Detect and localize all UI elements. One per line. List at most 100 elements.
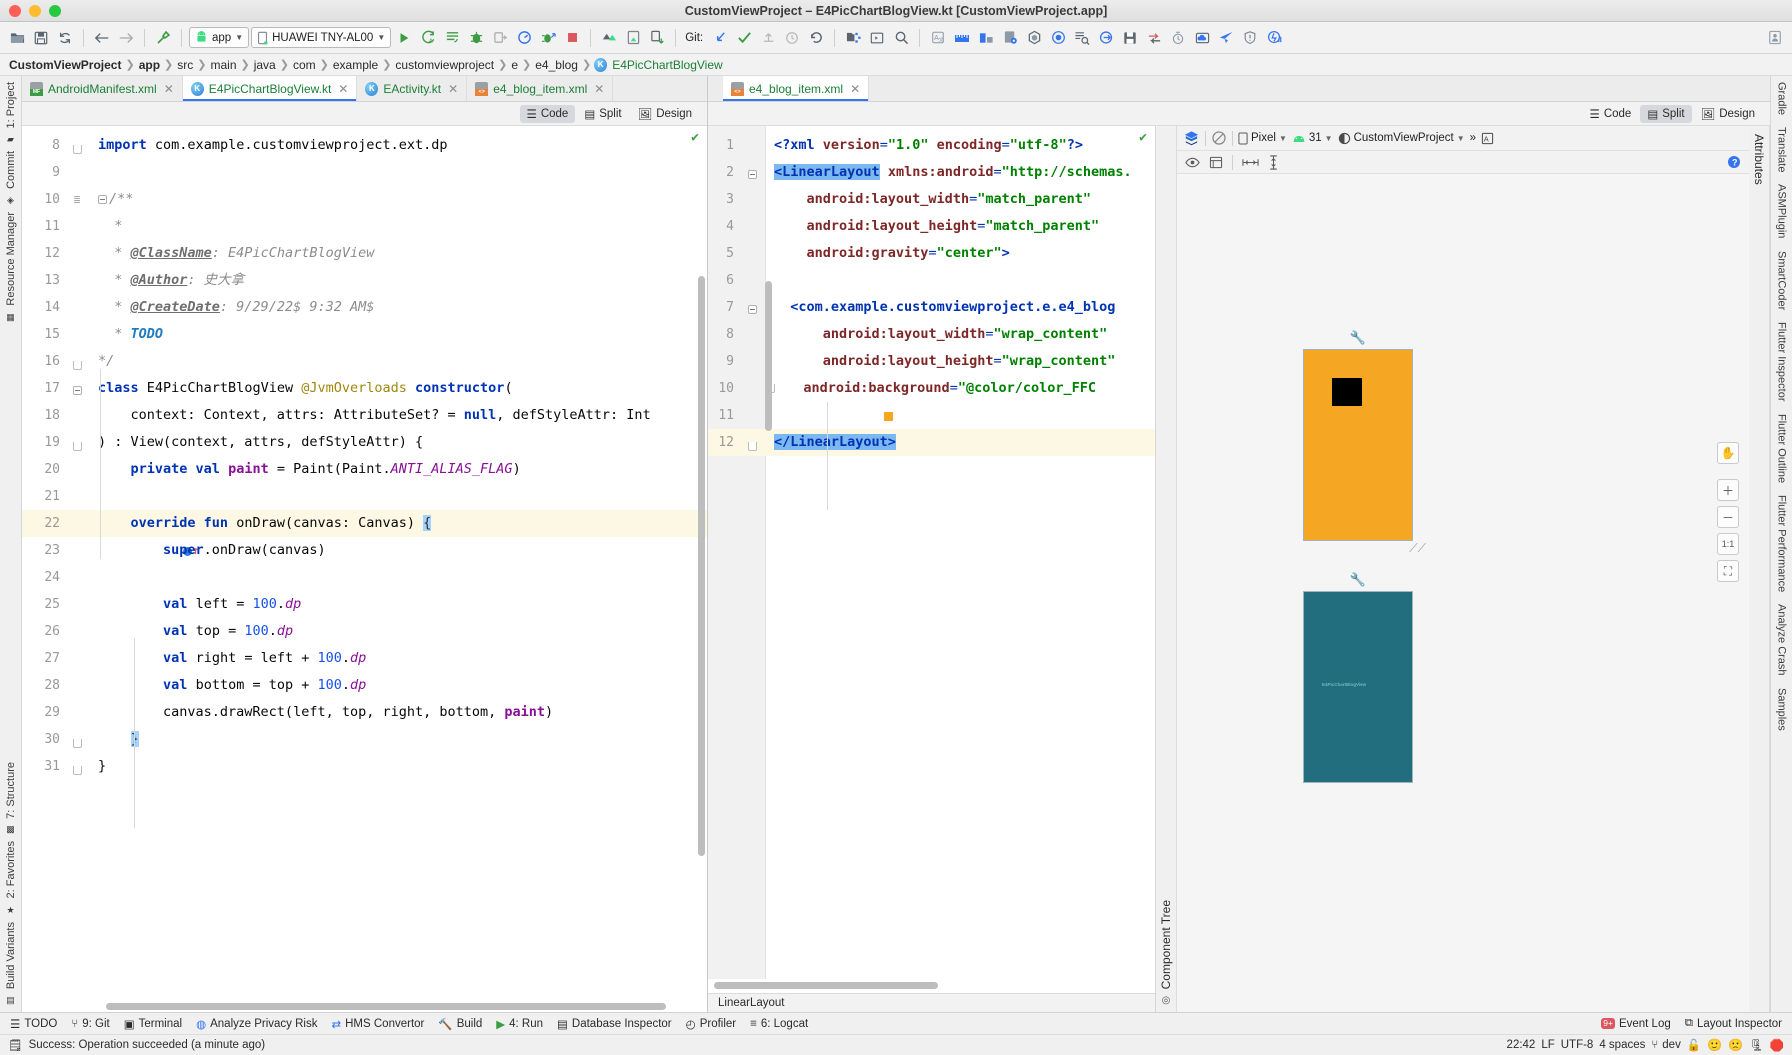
device-selector-combo[interactable]: HUAWEI TNY-AL00 ▼ [251,27,391,48]
sidebar-item-asmplugin[interactable]: ASMPlugin [1776,178,1788,244]
sidebar-item-build-variants[interactable]: Build Variants [5,916,17,995]
breadcrumb-item-2[interactable]: src [176,58,194,72]
resize-handle[interactable]: ⟋⟋ [1409,541,1426,556]
close-window-button[interactable] [9,5,21,17]
editor-tab-androidmanifest[interactable]: AndroidManifest.xml ✕ [22,76,183,101]
xml-horizontal-scrollbar[interactable] [714,982,938,989]
code-line[interactable]: 12 * @ClassName: E4PicChartBlogView [22,240,707,267]
sidebar-item-project[interactable]: 1: Project [5,76,17,134]
preview-device-orange[interactable]: 🔧 ⟋⟋ [1303,349,1413,541]
code-line-current[interactable]: 12 </LinearLayout> [708,429,1155,456]
vertical-constraint-icon[interactable] [1268,155,1279,170]
tool-window-bar[interactable]: ☰ TODO ⑂ 9: Git ▣ Terminal ◍ Analyze Pri… [0,1012,1792,1034]
status-bar[interactable]: 🗒 Success: Operation succeeded (a minute… [0,1034,1792,1055]
preview-toolbar[interactable]: Pixel ▼ 31 ▼ [1177,126,1749,151]
undo-icon[interactable] [805,27,827,49]
tool-window-event-log[interactable]: 9+ Event Log [1601,1018,1671,1030]
code-line[interactable]: 10 ≣ /** [22,186,707,213]
zoom-out-button[interactable]: － [1717,506,1739,528]
gutter-fold-marker[interactable] [64,375,90,402]
close-icon[interactable]: ✕ [164,82,174,96]
close-icon[interactable]: ✕ [594,82,604,96]
zoom-in-button[interactable]: ＋ [1717,479,1739,501]
clock-history-icon[interactable] [1167,27,1189,49]
attributes-label[interactable]: Attributes [1752,134,1766,185]
code-line[interactable]: 10 android:background="@color/color_FFC [708,375,1155,402]
avd-manager-icon[interactable] [622,27,644,49]
sidebar-item-samples[interactable]: Samples [1776,682,1788,737]
sidebar-item-flutter-performance[interactable]: Flutter Performance [1776,489,1788,598]
export-icon[interactable] [1095,27,1117,49]
code-line[interactable]: 7 <com.example.customviewproject.e.e4_bl… [708,294,1155,321]
sidebar-item-analyze-crash[interactable]: Analyze Crash [1776,598,1788,682]
close-icon[interactable]: ✕ [850,82,860,96]
breadcrumb-item-10[interactable]: E4PicChartBlogView [594,58,724,72]
zoom-controls[interactable]: ✋ [1717,442,1739,464]
window-controls[interactable] [0,5,61,17]
zoom-controls-group[interactable]: ＋ － 1:1 ⛶ [1717,479,1739,582]
code-line-current[interactable]: 22 ↑ override fun onDraw(canvas: Canvas)… [22,510,707,537]
code-line[interactable]: 1 <?xml version="1.0" encoding="utf-8"?> [708,132,1155,159]
tool-window-git[interactable]: ⑂ 9: Git [71,1018,109,1030]
editor-vertical-scrollbar[interactable] [698,276,705,856]
zoom-fit-button[interactable]: ⛶ [1717,560,1739,582]
left-tool-rail[interactable]: 1: Project ▰ Commit ◈ Resource Manager ▦… [0,76,22,1012]
blueprint-mode-icon[interactable] [1211,130,1227,146]
tool-window-run[interactable]: ▶ 4: Run [496,1017,543,1031]
run-icon[interactable] [393,27,415,49]
sidebar-item-smartcoder[interactable]: SmartCoder [1776,245,1788,316]
code-line[interactable]: 20 private val paint = Paint(Paint.ANTI_… [22,456,707,483]
memory-indicator-icon[interactable]: 🗜 [1749,1038,1764,1052]
tool-window-profiler[interactable]: ◴ Profiler [686,1017,736,1031]
code-line[interactable]: 27 val right = left + 100.dp [22,645,707,672]
help-icon[interactable]: ? [1727,155,1741,169]
send-plane-icon[interactable] [1215,27,1237,49]
tool-window-terminal[interactable]: ▣ Terminal [124,1017,182,1031]
tool-window-layout-inspector[interactable]: ⧉ Layout Inspector [1685,1017,1782,1030]
save-all-icon[interactable] [30,27,52,49]
save-disk-icon[interactable] [1119,27,1141,49]
wrench-icon[interactable]: 🔧 [1350,330,1366,346]
sidebar-item-flutter-outline[interactable]: Flutter Outline [1776,408,1788,489]
performance-icon[interactable] [1263,27,1285,49]
code-line[interactable]: 4 android:layout_height="match_parent" [708,213,1155,240]
git-commit-icon[interactable] [733,27,755,49]
code-line[interactable]: 30 } [22,726,707,753]
gutter-doc-marker[interactable]: ≣ [64,186,90,213]
gradle-elephant-icon[interactable] [1023,27,1045,49]
list-view-icon[interactable] [1209,156,1223,169]
stop-icon[interactable] [561,27,583,49]
shield-warning-icon[interactable] [1239,27,1261,49]
right-tool-rail[interactable]: Gradle Translate ASMPlugin SmartCoder Fl… [1770,76,1792,1012]
view-mode-bar-left[interactable]: ☰ Code ▤ Split 🖼 Design [22,102,707,126]
code-line[interactable]: 29 canvas.drawRect(left, top, right, bot… [22,699,707,726]
view-mode-code-left[interactable]: ☰ Code [520,105,576,123]
view-mode-code-right[interactable]: ☰ Code [1583,105,1639,123]
sidebar-item-flutter-inspector[interactable]: Flutter Inspector [1776,316,1788,407]
wrench-icon[interactable]: 🔧 [1350,572,1366,588]
caret-position[interactable]: 22:42 [1507,1039,1536,1051]
layout-validation-icon[interactable] [975,27,997,49]
breadcrumb[interactable]: CustomViewProject ❯ app ❯ src ❯ main ❯ j… [0,54,1792,76]
feedback-sad-icon[interactable]: 🙁 [1728,1038,1743,1052]
component-tree-rail[interactable]: Component Tree ◎ [1156,126,1177,1012]
sync-icon[interactable] [54,27,76,49]
device-file-explorer-icon[interactable] [646,27,668,49]
eye-visibility-icon[interactable] [1185,157,1200,168]
attributes-rail[interactable]: Attributes [1749,126,1770,1012]
breadcrumb-item-9[interactable]: e4_blog [534,58,579,72]
git-branch[interactable]: ⑂ dev [1651,1039,1680,1051]
view-mode-design-left[interactable]: 🖼 Design [631,105,699,123]
translate-icon[interactable]: A文 [927,27,949,49]
cloud-upload-icon[interactable] [1191,27,1213,49]
gutter-fold-marker[interactable] [64,348,90,375]
debug-icon[interactable] [465,27,487,49]
view-mode-split-left[interactable]: ▤ Split [577,105,628,123]
sidebar-item-translate[interactable]: Translate [1776,121,1788,178]
navigate-back-icon[interactable] [91,27,113,49]
breadcrumb-item-4[interactable]: java [253,58,277,72]
module-selector-combo[interactable]: app ▼ [189,27,249,48]
tool-window-hms-convertor[interactable]: ⇄ HMS Convertor [331,1017,424,1031]
tool-window-build[interactable]: 🔨 Build [438,1017,482,1031]
code-line[interactable]: 6 [708,267,1155,294]
